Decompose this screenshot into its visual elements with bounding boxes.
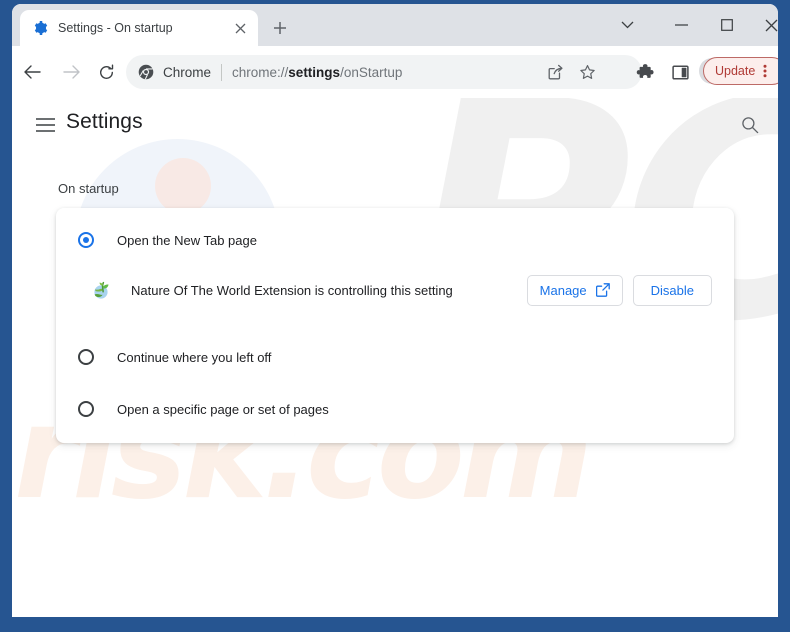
url-prefix: chrome:// (232, 64, 289, 80)
three-dots-vertical-icon[interactable] (763, 63, 767, 79)
startup-option-label: Open the New Tab page (117, 232, 257, 248)
external-link-icon (595, 283, 610, 297)
manage-button[interactable]: Manage (526, 274, 623, 306)
side-panel-icon (671, 64, 689, 80)
startup-option-continue[interactable]: Continue where you left off (56, 335, 734, 379)
startup-option-specific-page[interactable]: Open a specific page or set of pages (56, 387, 734, 431)
minimize-button[interactable] (658, 8, 704, 42)
forward-button[interactable] (56, 56, 88, 88)
arrow-right-icon (63, 65, 80, 79)
browser-window-frame: Settings - On startup Chrome chrome://se… (0, 0, 790, 632)
tab-search-button[interactable] (604, 8, 650, 42)
update-button[interactable]: Update (703, 57, 778, 85)
manage-button-label: Manage (539, 282, 587, 298)
reload-button[interactable] (90, 56, 122, 88)
omnibox-url-text: chrome://settings/onStartup (232, 65, 402, 80)
nature-globe-sprout-extension-icon (94, 281, 109, 299)
minimize-icon (674, 24, 688, 26)
browser-window: Settings - On startup Chrome chrome://se… (12, 4, 778, 617)
back-button[interactable] (16, 56, 48, 88)
extension-controlled-notice: Nature Of The World Extension is control… (56, 266, 734, 314)
radio-button-unselected[interactable] (78, 401, 94, 417)
settings-page: PC risk.com Settings On startup (12, 98, 778, 617)
search-icon (742, 117, 759, 134)
update-button-label: Update (715, 64, 756, 78)
omnibox-brand-label: Chrome (163, 64, 212, 80)
chrome-logo-icon (138, 64, 154, 80)
radio-button-selected[interactable] (78, 232, 94, 248)
puzzle-piece-icon (636, 64, 654, 78)
section-label: On startup (58, 181, 119, 196)
tab-settings[interactable]: Settings - On startup (20, 10, 258, 46)
hamburger-menu-icon (35, 118, 55, 132)
extensions-button[interactable] (630, 57, 660, 87)
close-window-button[interactable] (748, 8, 778, 42)
page-title: Settings (66, 110, 143, 133)
extension-message: Nature Of The World Extension is control… (131, 282, 453, 298)
share-icon (548, 64, 563, 79)
chevron-down-icon (621, 21, 633, 29)
plus-icon (274, 22, 286, 34)
on-startup-card: Open the New Tab page Nature Of The Worl… (56, 208, 734, 443)
reload-icon (99, 64, 113, 79)
arrow-left-icon (24, 65, 41, 79)
side-panel-button[interactable] (665, 57, 695, 87)
maximize-icon (721, 19, 733, 31)
watermark-dot (155, 158, 211, 214)
radio-button-unselected[interactable] (78, 349, 94, 365)
hamburger-menu-button[interactable] (30, 110, 60, 140)
disable-button[interactable]: Disable (632, 274, 712, 306)
browser-toolbar: Chrome chrome://settings/onStartup Updat… (12, 46, 778, 99)
disable-button-label: Disable (650, 282, 694, 298)
startup-option-label: Continue where you left off (117, 349, 272, 365)
settings-header: Settings (12, 98, 778, 150)
tab-strip: Settings - On startup (12, 4, 778, 46)
tab-close-button[interactable] (228, 16, 252, 40)
tab-title: Settings - On startup (58, 21, 173, 35)
url-path: /onStartup (340, 64, 403, 80)
star-icon (579, 64, 595, 79)
close-icon (235, 23, 245, 33)
new-tab-button[interactable] (266, 14, 294, 42)
maximize-button[interactable] (704, 8, 750, 42)
share-button[interactable] (540, 57, 570, 87)
url-host: settings (288, 64, 341, 80)
bookmark-star-button[interactable] (572, 57, 602, 87)
startup-option-new-tab[interactable]: Open the New Tab page (56, 218, 734, 262)
settings-search-button[interactable] (735, 110, 765, 140)
omnibox-separator (221, 63, 223, 81)
gear-icon (34, 21, 48, 35)
close-icon (765, 19, 777, 31)
startup-option-label: Open a specific page or set of pages (117, 401, 329, 417)
